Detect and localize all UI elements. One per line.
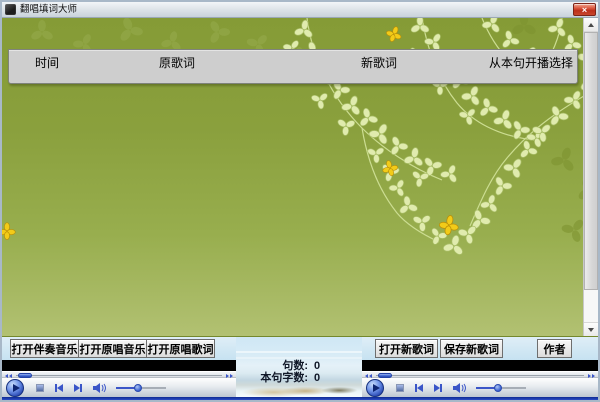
main-area: 时间 原歌词 新歌词 从本句开播选择 xyxy=(2,18,598,337)
play-icon xyxy=(373,384,380,392)
left-mute-button[interactable] xyxy=(93,382,108,394)
speaker-icon xyxy=(453,382,468,394)
left-previous-button[interactable] xyxy=(55,384,63,392)
right-media-player xyxy=(362,371,598,397)
sentence-count-value: 0 xyxy=(308,360,326,372)
lyrics-counters: 句数: 0 本句字数: 0 xyxy=(236,360,326,384)
left-seek-track xyxy=(16,375,222,376)
scroll-up-button[interactable] xyxy=(584,18,598,32)
window-title: 翻唱填词大师 xyxy=(20,2,77,18)
left-player-controls xyxy=(2,378,236,397)
app-icon xyxy=(5,4,16,15)
new-lyrics-player-section: 打开新歌词 保存新歌词 作者 xyxy=(362,337,598,397)
current-line-chars-value: 0 xyxy=(308,372,326,384)
left-media-player xyxy=(2,371,236,397)
right-previous-button[interactable] xyxy=(415,384,423,392)
accompaniment-player-section: 打开伴奏音乐 打开原唱音乐 打开原唱歌词 xyxy=(2,337,236,397)
left-seek-bar[interactable] xyxy=(2,371,236,378)
scrollbar-thumb[interactable] xyxy=(584,32,598,290)
title-bar: 翻唱填词大师 × xyxy=(2,2,598,18)
right-stop-button[interactable] xyxy=(396,384,404,392)
author-button[interactable]: 作者 xyxy=(537,339,572,358)
open-new-lyrics-button[interactable]: 打开新歌词 xyxy=(375,339,438,358)
right-seek-bar[interactable] xyxy=(362,371,598,378)
current-line-chars-label: 本句字数: xyxy=(260,372,308,384)
counters-section: 句数: 0 本句字数: 0 xyxy=(236,337,362,397)
right-seek-track xyxy=(376,375,584,376)
bottom-panel: 打开伴奏音乐 打开原唱音乐 打开原唱歌词 xyxy=(2,337,598,397)
right-button-row: 打开新歌词 保存新歌词 作者 xyxy=(362,337,598,360)
lyrics-list-panel: 时间 原歌词 新歌词 从本句开播选择 xyxy=(8,49,578,84)
left-volume-thumb[interactable] xyxy=(134,384,142,392)
open-original-vocal-button[interactable]: 打开原唱音乐 xyxy=(78,339,147,358)
left-stop-button[interactable] xyxy=(36,384,44,392)
left-next-button[interactable] xyxy=(74,384,82,392)
right-play-button[interactable] xyxy=(366,379,384,397)
sentence-count-label: 句数: xyxy=(282,360,308,372)
arrow-down-icon xyxy=(588,328,594,332)
column-header-original-lyrics: 原歌词 xyxy=(159,54,195,71)
open-original-lyrics-button[interactable]: 打开原唱歌词 xyxy=(146,339,215,358)
arrow-up-icon xyxy=(588,23,594,27)
close-button[interactable]: × xyxy=(573,3,596,16)
app-window: 翻唱填词大师 × xyxy=(0,0,600,402)
open-accompaniment-button[interactable]: 打开伴奏音乐 xyxy=(10,339,79,358)
play-icon xyxy=(13,384,20,392)
left-play-button[interactable] xyxy=(6,379,24,397)
right-next-button[interactable] xyxy=(434,384,442,392)
column-header-time: 时间 xyxy=(35,54,59,71)
save-new-lyrics-button[interactable]: 保存新歌词 xyxy=(440,339,503,358)
previous-icon xyxy=(57,384,63,392)
previous-icon xyxy=(417,384,423,392)
right-mute-button[interactable] xyxy=(453,382,468,394)
right-player-video-area xyxy=(362,360,598,371)
left-player-video-area xyxy=(2,360,236,371)
close-icon: × xyxy=(582,5,587,15)
scroll-down-button[interactable] xyxy=(584,322,598,336)
column-header-play-from-line: 从本句开播选择 xyxy=(489,54,573,71)
right-volume-thumb[interactable] xyxy=(494,384,502,392)
right-volume-slider[interactable] xyxy=(476,383,526,393)
bottom-navy-strip xyxy=(2,397,598,400)
left-button-row: 打开伴奏音乐 打开原唱音乐 打开原唱歌词 xyxy=(2,337,236,360)
vertical-scrollbar[interactable] xyxy=(583,18,598,336)
right-player-controls xyxy=(362,378,598,397)
column-header-new-lyrics: 新歌词 xyxy=(361,54,397,71)
speaker-icon xyxy=(93,382,108,394)
left-volume-slider[interactable] xyxy=(116,383,166,393)
